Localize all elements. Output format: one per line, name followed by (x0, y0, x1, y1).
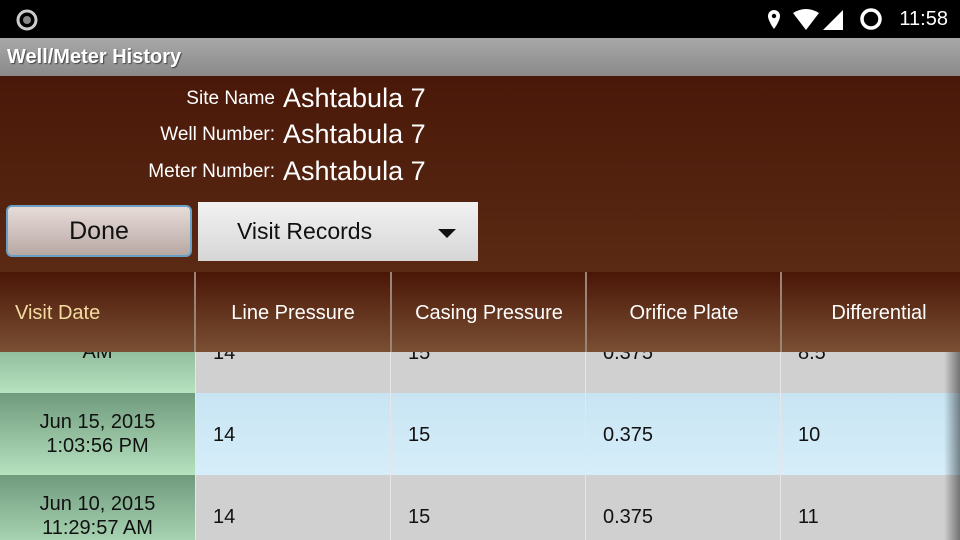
cell-differential: 8.5 (780, 352, 960, 393)
app-notification-icon (16, 9, 38, 31)
well-number-label: Well Number: (160, 124, 275, 145)
meter-number-label: Meter Number: (148, 161, 275, 182)
site-name-value: Ashtabula 7 (283, 83, 426, 113)
signal-icon (823, 10, 843, 30)
visit-time: AM (82, 352, 113, 363)
table-row[interactable]: AM 14 15 0.375 8.5 (0, 352, 960, 393)
dropdown-arrow-icon (438, 229, 456, 238)
cell-differential: 10 (780, 393, 960, 475)
cell-line-pressure: 14 (195, 475, 390, 540)
scroll-edge-shadow (944, 352, 960, 540)
cell-visit-date: Jun 10, 2015 11:29:57 AM (0, 475, 195, 540)
site-name-row: Site Name Ashtabula 7 (0, 80, 440, 116)
app-title: Well/Meter History (0, 38, 960, 76)
table-body[interactable]: AM 14 15 0.375 8.5 Jun 15, 2015 1:03:56 PM 14 15… (0, 352, 960, 540)
visit-date: Jun 10, 2015 (39, 493, 156, 515)
visit-date: Jun 15, 2015 (39, 411, 156, 433)
cell-orifice-plate: 0.375 (585, 352, 780, 393)
column-header-differential[interactable]: Differential (780, 272, 960, 352)
column-header-line-pressure[interactable]: Line Pressure (194, 272, 390, 352)
done-button[interactable]: Done (6, 205, 192, 257)
meter-number-row: Meter Number: Ashtabula 7 (0, 153, 440, 189)
table-header: Visit Date Line Pressure Casing Pressure… (0, 272, 960, 352)
column-header-orifice-plate[interactable]: Orifice Plate (585, 272, 781, 352)
column-header-casing-pressure[interactable]: Casing Pressure (390, 272, 586, 352)
cell-visit-date: AM (0, 352, 195, 393)
visit-time: 1:03:56 PM (46, 435, 149, 457)
cell-orifice-plate: 0.375 (585, 475, 780, 540)
site-name-label: Site Name (186, 88, 275, 109)
cell-casing-pressure: 15 (390, 352, 585, 393)
cell-orifice-plate: 0.375 (585, 393, 780, 475)
sync-icon (860, 8, 882, 30)
cell-line-pressure: 14 (195, 393, 390, 475)
meter-number-value: Ashtabula 7 (283, 156, 426, 186)
cell-visit-date: Jun 15, 2015 1:03:56 PM (0, 393, 195, 475)
table-row[interactable]: Jun 10, 2015 11:29:57 AM 14 15 0.375 11 (0, 475, 960, 540)
wifi-icon (793, 9, 819, 30)
cell-line-pressure: 14 (195, 352, 390, 393)
well-number-row: Well Number: Ashtabula 7 (0, 116, 440, 152)
status-bar: 11:58 (0, 0, 960, 38)
records-dropdown[interactable]: Visit Records (198, 202, 478, 261)
table-row[interactable]: Jun 15, 2015 1:03:56 PM 14 15 0.375 10 (0, 393, 960, 475)
cell-casing-pressure: 15 (390, 475, 585, 540)
cell-differential: 11 (780, 475, 960, 540)
clock: 11:58 (899, 8, 948, 30)
dropdown-selected-value: Visit Records (237, 218, 373, 244)
visit-time: 11:29:57 AM (42, 517, 153, 539)
cell-casing-pressure: 15 (390, 393, 585, 475)
well-number-value: Ashtabula 7 (283, 119, 426, 149)
column-header-visit-date[interactable]: Visit Date (0, 272, 195, 352)
info-panel: Site Name Ashtabula 7 Well Number: Ashta… (0, 76, 960, 272)
location-icon (768, 10, 780, 29)
